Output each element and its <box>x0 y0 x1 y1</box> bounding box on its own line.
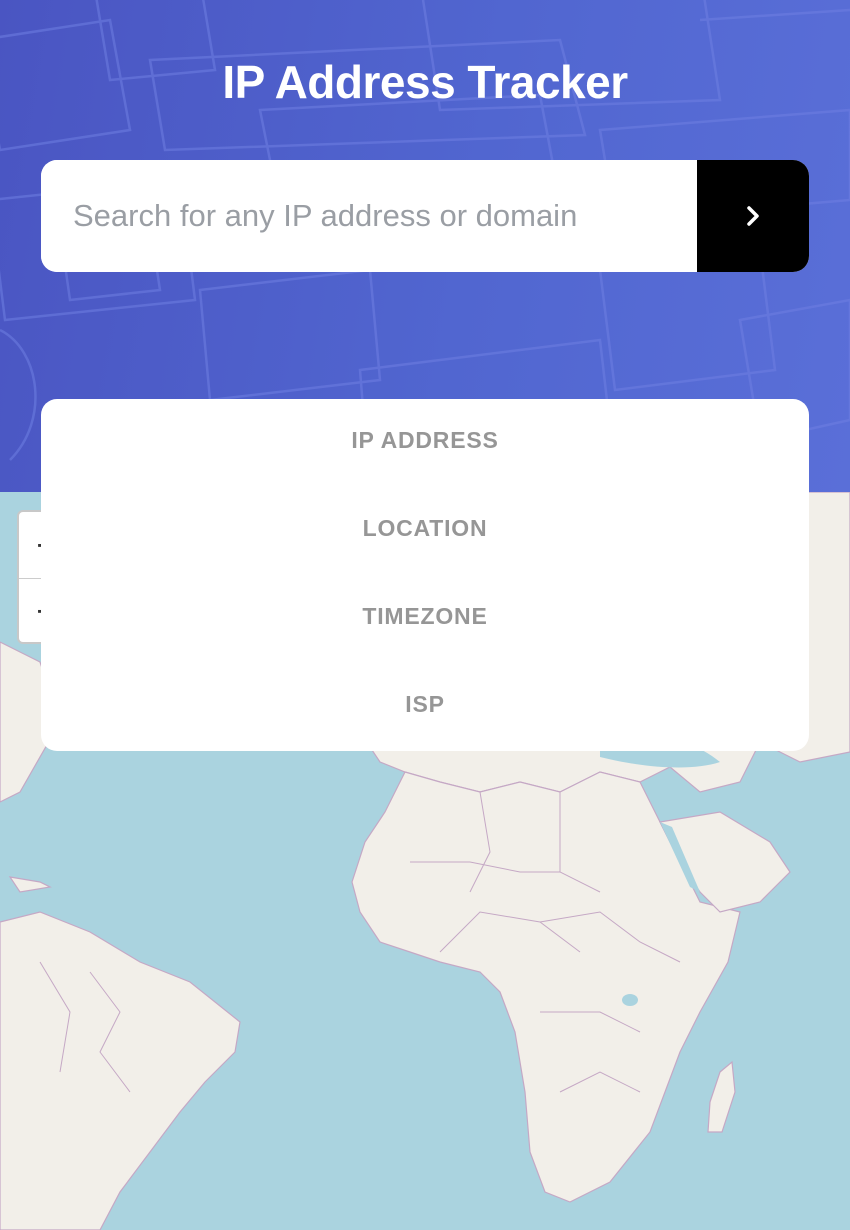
location-label: LOCATION <box>362 515 488 541</box>
page-title: IP Address Tracker <box>222 56 628 108</box>
chevron-right-icon <box>747 206 759 226</box>
ip-info-card: IP ADDRESS LOCATION TIMEZONE ISP <box>41 399 809 751</box>
ip-address-label: IP ADDRESS <box>351 427 499 453</box>
timezone-label: TIMEZONE <box>362 603 488 629</box>
search-submit-button[interactable] <box>697 160 809 272</box>
isp-label: ISP <box>405 691 445 717</box>
search-input[interactable] <box>41 160 697 272</box>
search-bar <box>41 160 809 272</box>
